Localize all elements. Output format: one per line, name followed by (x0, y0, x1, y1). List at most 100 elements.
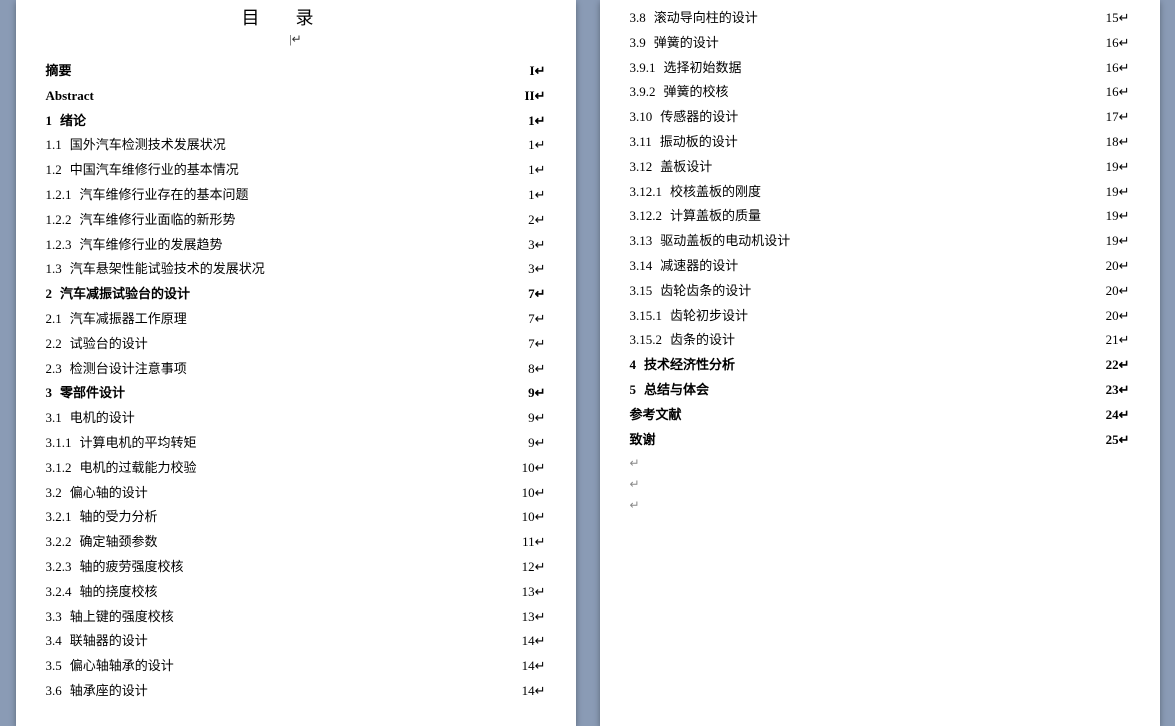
toc-page-number: 22↵ (1102, 355, 1130, 376)
toc-number: 3.12.1 (630, 182, 671, 203)
toc-entry[interactable]: 1绪论1↵ (46, 111, 546, 132)
toc-page-number: 25↵ (1102, 430, 1130, 451)
toc-page-number: 10↵ (518, 483, 546, 504)
toc-entry[interactable]: 1.1国外汽车检测技术发展状况1↵ (46, 135, 546, 156)
toc-entry[interactable]: 2.3检测台设计注意事项8↵ (46, 359, 546, 380)
toc-page-number: 7↵ (524, 309, 545, 330)
toc-entry[interactable]: 1.2.3汽车维修行业的发展趋势3↵ (46, 235, 546, 256)
toc-page-number: 3↵ (524, 235, 545, 256)
toc-entry[interactable]: 3.15.2齿条的设计21↵ (630, 330, 1130, 351)
toc-number: 3.2.2 (46, 532, 80, 553)
toc-page-number: 9↵ (524, 383, 545, 404)
toc-number: 1.1 (46, 135, 70, 156)
toc-page-number: 2↵ (524, 210, 545, 231)
toc-entry[interactable]: 5总结与体会23↵ (630, 380, 1130, 401)
toc-number: 1.2.3 (46, 235, 80, 256)
toc-page-number: 1↵ (524, 185, 545, 206)
toc-entry[interactable]: 3.2.2确定轴颈参数11↵ (46, 532, 546, 553)
toc-page-number: 20↵ (1102, 281, 1130, 302)
toc-text: 致谢 (630, 430, 656, 451)
toc-page-number: 23↵ (1102, 380, 1130, 401)
toc-page-number: 14↵ (518, 631, 546, 652)
toc-text: 齿轮初步设计 (670, 306, 748, 327)
toc-entry[interactable]: 3.12.1校核盖板的刚度19↵ (630, 182, 1130, 203)
toc-entry[interactable]: 3.3轴上键的强度校核13↵ (46, 607, 546, 628)
toc-page-number: II↵ (520, 86, 545, 107)
toc-entry[interactable]: 3.1.2电机的过载能力校验10↵ (46, 458, 546, 479)
toc-entry[interactable]: 3.11振动板的设计18↵ (630, 132, 1130, 153)
toc-page-number: 1↵ (524, 160, 545, 181)
toc-text: 振动板的设计 (660, 132, 738, 153)
toc-entry[interactable]: 3.4联轴器的设计14↵ (46, 631, 546, 652)
toc-page-number: 1↵ (524, 111, 545, 132)
toc-number: 3.14 (630, 256, 661, 277)
toc-text: 电机的设计 (70, 408, 135, 429)
toc-entry[interactable]: 3零部件设计9↵ (46, 383, 546, 404)
toc-number: 3.8 (630, 8, 654, 29)
toc-entry[interactable]: 3.15.1齿轮初步设计20↵ (630, 306, 1130, 327)
toc-page-number: 14↵ (518, 681, 546, 702)
toc-number: 1.2.2 (46, 210, 80, 231)
toc-entry[interactable]: 3.2.1轴的受力分析10↵ (46, 507, 546, 528)
toc-entry[interactable]: 3.6轴承座的设计14↵ (46, 681, 546, 702)
toc-text: 摘要 (46, 61, 72, 82)
toc-title: 目录 (46, 4, 546, 30)
paragraph-mark (630, 477, 1130, 492)
toc-entry[interactable]: 2汽车减振试验台的设计7↵ (46, 284, 546, 305)
toc-entry[interactable]: 3.10传感器的设计17↵ (630, 107, 1130, 128)
toc-text: 试验台的设计 (70, 334, 148, 355)
toc-entry[interactable]: 3.12.2计算盖板的质量19↵ (630, 206, 1130, 227)
toc-page-number: 18↵ (1102, 132, 1130, 153)
toc-entry[interactable]: 3.14减速器的设计20↵ (630, 256, 1130, 277)
toc-entry[interactable]: 3.2.4轴的挠度校核13↵ (46, 582, 546, 603)
toc-entry[interactable]: 3.1.1计算电机的平均转矩9↵ (46, 433, 546, 454)
toc-entry[interactable]: 2.2试验台的设计7↵ (46, 334, 546, 355)
toc-entry[interactable]: 3.15齿轮齿条的设计20↵ (630, 281, 1130, 302)
toc-entry[interactable]: 2.1汽车减振器工作原理7↵ (46, 309, 546, 330)
toc-number: 3 (46, 383, 61, 404)
toc-page-number: 16↵ (1102, 33, 1130, 54)
toc-entry[interactable]: 1.3汽车悬架性能试验技术的发展状况3↵ (46, 259, 546, 280)
toc-entry[interactable]: 参考文献24↵ (630, 405, 1130, 426)
toc-number: 3.1.1 (46, 433, 80, 454)
toc-number: 3.1 (46, 408, 70, 429)
toc-entry[interactable]: AbstractII↵ (46, 86, 546, 107)
toc-page-number: 3↵ (524, 259, 545, 280)
toc-text: 轴承座的设计 (70, 681, 148, 702)
toc-text: 偏心轴的设计 (70, 483, 148, 504)
toc-text: 齿轮齿条的设计 (660, 281, 751, 302)
toc-entry[interactable]: 1.2.2汽车维修行业面临的新形势2↵ (46, 210, 546, 231)
toc-page-number: 9↵ (524, 408, 545, 429)
toc-entry[interactable]: 摘要I↵ (46, 61, 546, 82)
toc-text: 技术经济性分析 (644, 355, 735, 376)
toc-page-number: 10↵ (518, 458, 546, 479)
toc-text: 汽车减振器工作原理 (70, 309, 187, 330)
toc-text: 轴上键的强度校核 (70, 607, 174, 628)
toc-entry[interactable]: 4技术经济性分析22↵ (630, 355, 1130, 376)
toc-text: 齿条的设计 (670, 330, 735, 351)
toc-page-number: 15↵ (1102, 8, 1130, 29)
toc-entry[interactable]: 3.9.2弹簧的校核16↵ (630, 82, 1130, 103)
toc-entry[interactable]: 3.9.1选择初始数据16↵ (630, 58, 1130, 79)
toc-page-number: 8↵ (524, 359, 545, 380)
toc-entry[interactable]: 3.12盖板设计19↵ (630, 157, 1130, 178)
toc-entry[interactable]: 3.8滚动导向柱的设计 15↵ (630, 8, 1130, 29)
toc-entry[interactable]: 3.1电机的设计 9↵ (46, 408, 546, 429)
toc-entry[interactable]: 3.13驱动盖板的电动机设计19↵ (630, 231, 1130, 252)
toc-entry[interactable]: 致谢 25↵ (630, 430, 1130, 451)
toc-number: 3.2 (46, 483, 70, 504)
toc-entry[interactable]: 3.2偏心轴的设计 10↵ (46, 483, 546, 504)
toc-entry[interactable]: 3.2.3轴的疲劳强度校核12↵ (46, 557, 546, 578)
toc-number: 1 (46, 111, 61, 132)
toc-number: 3.3 (46, 607, 70, 628)
toc-text: 汽车减振试验台的设计 (60, 284, 190, 305)
page-left: 目录 |↵ 摘要I↵AbstractII↵1绪论1↵1.1国外汽车检测技术发展状… (16, 0, 576, 726)
toc-entry[interactable]: 1.2中国汽车维修行业的基本情况1↵ (46, 160, 546, 181)
toc-number: 2.3 (46, 359, 70, 380)
toc-page-number: 9↵ (524, 433, 545, 454)
toc-entry[interactable]: 1.2.1汽车维修行业存在的基本问题1↵ (46, 185, 546, 206)
toc-entry[interactable]: 3.9弹簧的设计16↵ (630, 33, 1130, 54)
toc-text: 汽车悬架性能试验技术的发展状况 (70, 259, 265, 280)
toc-text: 滚动导向柱的设计 (654, 8, 758, 29)
toc-number: 5 (630, 380, 645, 401)
